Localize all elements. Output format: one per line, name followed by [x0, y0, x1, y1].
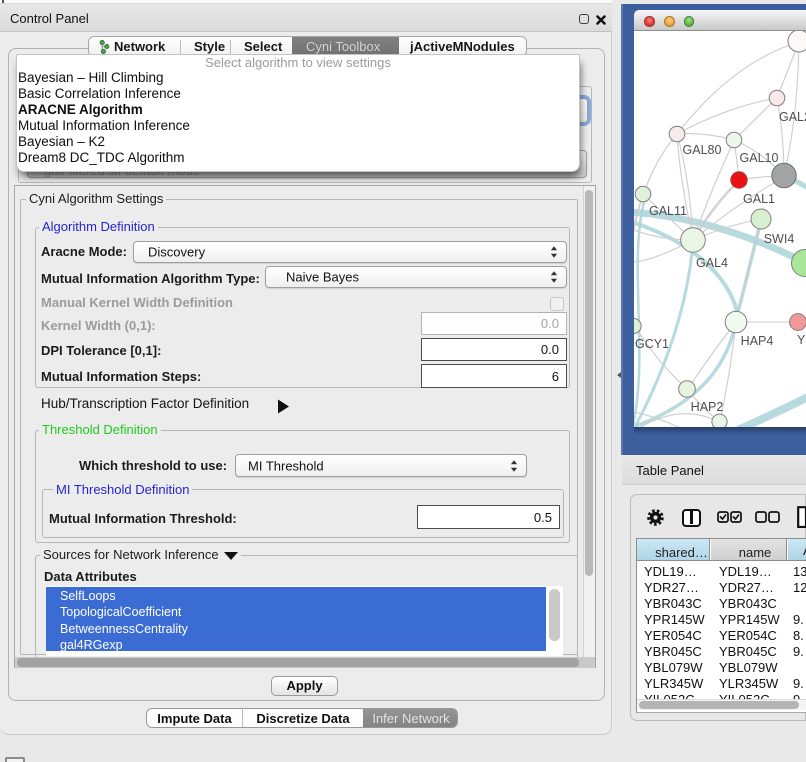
svg-text:HAP4: HAP4	[741, 334, 774, 348]
svg-text:GAL2: GAL2	[779, 110, 806, 124]
svg-text:GAL1: GAL1	[743, 192, 775, 206]
svg-text:GAL11: GAL11	[649, 204, 687, 218]
svg-text:GAL4: GAL4	[696, 256, 728, 270]
svg-text:SWI4: SWI4	[764, 232, 795, 246]
svg-text:YMR0: YMR0	[797, 333, 806, 347]
svg-text:GCY1: GCY1	[635, 337, 669, 351]
svg-text:HAP2: HAP2	[691, 400, 724, 414]
svg-text:GAL10: GAL10	[740, 151, 779, 165]
svg-text:GAL80: GAL80	[683, 143, 722, 157]
